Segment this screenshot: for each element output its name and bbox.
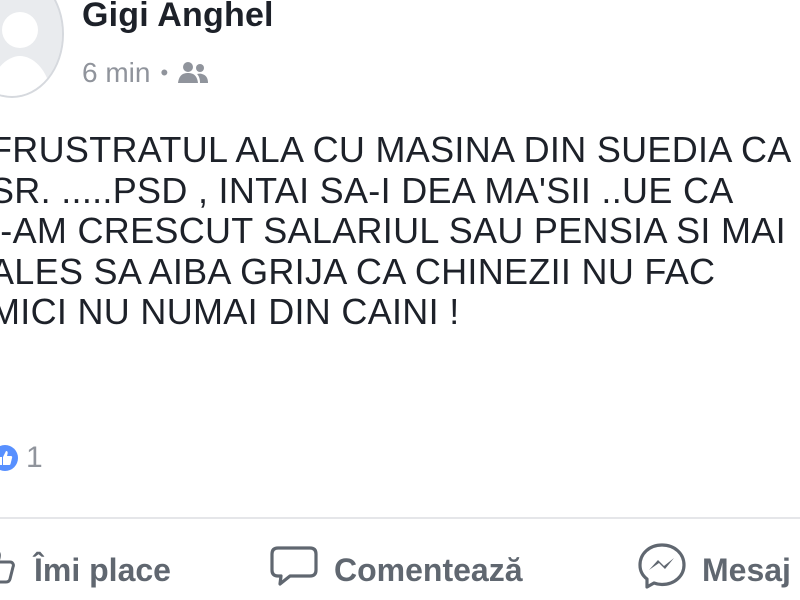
facebook-post: Gigi Anghel 6 min • FRUSTRATUL ALA CU MA… bbox=[0, 0, 800, 600]
avatar[interactable] bbox=[0, 0, 64, 98]
like-button-label: Îmi place bbox=[34, 551, 171, 588]
action-bar: Îmi place Comentează Mesaj bbox=[0, 540, 800, 600]
comment-button-label: Comentează bbox=[334, 551, 523, 588]
default-profile-icon bbox=[0, 0, 62, 96]
post-text-line: ALES SA AIBA GRIJA CA CHINEZII NU FAC bbox=[0, 250, 716, 292]
thumbs-up-icon bbox=[0, 546, 20, 594]
comment-icon bbox=[268, 544, 320, 596]
divider bbox=[0, 517, 800, 519]
post-meta: 6 min • bbox=[82, 56, 210, 90]
like-reaction-icon bbox=[0, 445, 18, 471]
reaction-count: 1 bbox=[26, 441, 43, 474]
messenger-icon bbox=[636, 542, 688, 598]
message-button-label: Mesaj bbox=[702, 551, 791, 588]
post-text-line: I-AM CRESCUT SALARIUL SAU PENSIA SI MAI bbox=[0, 210, 786, 251]
post-timestamp[interactable]: 6 min bbox=[82, 57, 150, 89]
comment-button[interactable]: Comentează bbox=[268, 540, 523, 600]
post-text-line: SR. .....PSD , INTAI SA-I DEA MA'SII ..U… bbox=[0, 169, 734, 211]
post-text: FRUSTRATUL ALA CU MASINA DIN SUEDIA CA S… bbox=[0, 129, 800, 333]
message-button[interactable]: Mesaj bbox=[636, 540, 791, 600]
author-name[interactable]: Gigi Anghel bbox=[82, 0, 274, 35]
like-button[interactable]: Îmi place bbox=[0, 540, 171, 600]
friends-icon[interactable] bbox=[176, 59, 210, 87]
reactions-summary[interactable]: 1 bbox=[0, 440, 43, 476]
post-text-line: FRUSTRATUL ALA CU MASINA DIN SUEDIA CA bbox=[0, 129, 792, 170]
post-text-line: MICI NU NUMAI DIN CAINI ! bbox=[0, 291, 460, 332]
meta-separator: • bbox=[160, 60, 169, 85]
